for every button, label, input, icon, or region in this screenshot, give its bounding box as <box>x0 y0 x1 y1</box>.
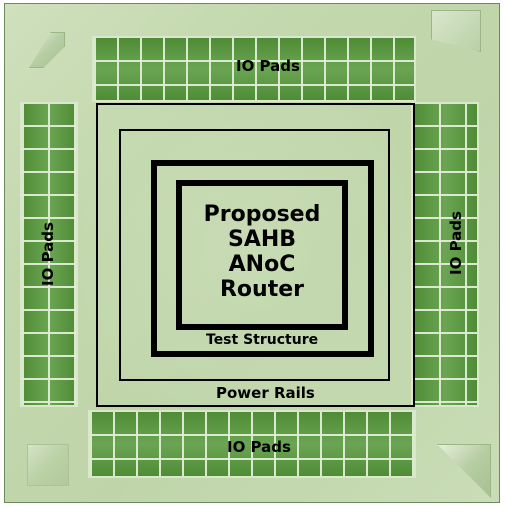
io-pads-bottom-label: IO Pads <box>227 438 291 456</box>
io-pads-right <box>411 102 479 407</box>
io-pads-top-label: IO Pads <box>236 57 300 75</box>
router-title-line-2: SAHB <box>227 227 297 252</box>
test-structure-label: Test Structure <box>206 332 319 348</box>
router-title-line-1: Proposed <box>203 202 321 227</box>
io-pads-right-label: IO Pads <box>447 211 465 275</box>
corner-alignment-mark-top-left <box>29 32 65 68</box>
router-title-line-4: Router <box>219 277 304 302</box>
corner-alignment-mark-bottom-right <box>437 444 491 498</box>
corner-alignment-mark-top-right <box>431 10 481 52</box>
router-title-line-3: ANoC <box>228 252 296 277</box>
io-pads-left-label: IO Pads <box>39 222 57 286</box>
router-title: Proposed SAHB ANoC Router <box>182 202 342 302</box>
corner-alignment-mark-bottom-left <box>27 444 69 486</box>
power-rails-label: Power Rails <box>216 384 315 402</box>
